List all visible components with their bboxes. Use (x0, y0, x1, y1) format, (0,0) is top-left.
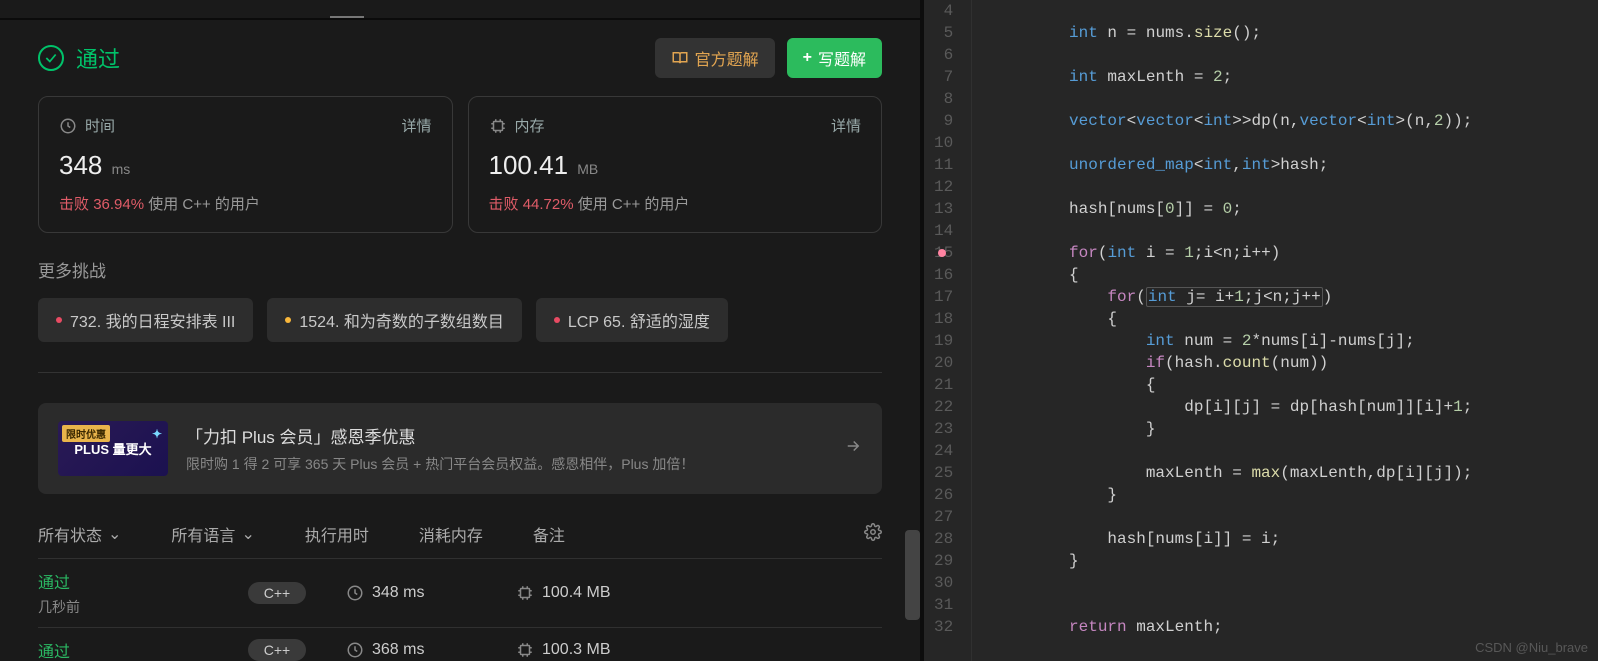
clock-icon (346, 584, 364, 602)
sparkle-icon: ✦ (152, 427, 162, 441)
gear-icon[interactable] (864, 523, 882, 546)
result-panel: 通过 官方题解 + 写题解 时间 详情 348 ms 击败 (0, 0, 920, 661)
write-solution-button[interactable]: + 写题解 (787, 38, 882, 78)
language-badge: C++ (248, 582, 306, 604)
time-card: 时间 详情 348 ms 击败 36.94% 使用 C++ 的用户 (38, 96, 453, 233)
difficulty-dot (554, 317, 560, 323)
promo-title: 「力扣 Plus 会员」感恩季优惠 (186, 423, 694, 448)
tab-strip (0, 0, 920, 20)
challenge-pill[interactable]: 732. 我的日程安排表 III (38, 298, 253, 342)
scrollbar-thumb[interactable] (905, 530, 920, 620)
code-editor[interactable]: 4567891011121314151617181920212223242526… (924, 0, 1598, 661)
status-label: 通过 (76, 42, 120, 74)
more-challenges-heading: 更多挑战 (38, 257, 882, 282)
filter-status[interactable]: 所有状态 ⌄ (38, 522, 121, 546)
clock-icon (346, 641, 364, 659)
col-memory: 消耗内存 (419, 522, 483, 546)
chip-icon (516, 641, 534, 659)
book-icon (671, 49, 689, 67)
language-badge: C++ (248, 639, 306, 661)
watermark: CSDN @Niu_brave (1475, 640, 1588, 655)
clock-icon (59, 117, 77, 135)
difficulty-dot (285, 317, 291, 323)
chip-icon (489, 117, 507, 135)
filter-language[interactable]: 所有语言 ⌄ (171, 522, 254, 546)
memory-details-link[interactable]: 详情 (831, 115, 861, 136)
challenge-pill[interactable]: LCP 65. 舒适的湿度 (536, 298, 728, 342)
status-accepted: 通过 (38, 42, 120, 74)
plus-icon: + (803, 49, 812, 67)
chevron-down-icon: ⌄ (241, 524, 254, 544)
breakpoint-dot[interactable] (938, 249, 946, 257)
time-details-link[interactable]: 详情 (401, 115, 431, 136)
line-gutter: 4567891011121314151617181920212223242526… (924, 0, 972, 661)
official-solution-button[interactable]: 官方题解 (655, 38, 775, 78)
arrow-right-icon (844, 437, 862, 460)
check-icon (38, 45, 64, 71)
challenge-pill[interactable]: 1524. 和为奇数的子数组数目 (267, 298, 522, 342)
memory-card: 内存 详情 100.41 MB 击败 44.72% 使用 C++ 的用户 (468, 96, 883, 233)
plus-promo-banner[interactable]: 限时优惠 ✦ PLUS 量更大 「力扣 Plus 会员」感恩季优惠 限时购 1 … (38, 403, 882, 494)
promo-image: 限时优惠 ✦ PLUS 量更大 (58, 421, 168, 476)
chip-icon (516, 584, 534, 602)
chevron-down-icon: ⌄ (108, 524, 121, 544)
col-exec-time: 执行用时 (305, 522, 369, 546)
code-content[interactable]: int n = nums.size(); int maxLenth = 2; v… (972, 0, 1492, 661)
promo-subtitle: 限时购 1 得 2 可享 365 天 Plus 会员 + 热门平台会员权益。感恩… (186, 454, 694, 474)
submission-row[interactable]: 通过几秒前 C++ 348 ms 100.4 MB (38, 558, 882, 627)
submission-row[interactable]: 通过 C++ 368 ms 100.3 MB (38, 627, 882, 661)
difficulty-dot (56, 317, 62, 323)
col-note: 备注 (533, 522, 565, 546)
